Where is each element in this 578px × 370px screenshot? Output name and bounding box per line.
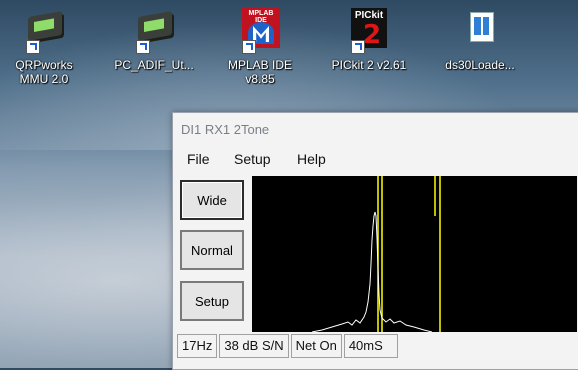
status-frequency: 17Hz (177, 334, 218, 358)
desktop-icon-label: MPLAB IDE v8.85 (227, 58, 293, 86)
shortcut-arrow-icon (242, 40, 256, 54)
desktop-icon-qrpworks[interactable]: QRPworks MMU 2.0 (0, 8, 88, 86)
shortcut-arrow-icon (26, 40, 40, 54)
status-snr: 38 dB S/N (219, 334, 289, 358)
desktop-icon-label: PC_ADIF_Ut... (114, 58, 194, 72)
menu-bar: File Setup Help (173, 149, 578, 171)
desktop-icon-ds30loader[interactable]: ds30Loade... (436, 8, 524, 72)
pickit-icon: PICkit 2 (349, 8, 389, 54)
desktop-icon-mplab[interactable]: MPLAB IDE MPLAB IDE v8.85 (216, 8, 304, 86)
desktop-icon-pickit[interactable]: PICkit 2 PICkit 2 v2.61 (325, 8, 413, 72)
device-icon (24, 8, 64, 54)
normal-button[interactable]: Normal (180, 230, 244, 270)
spectrum-display (252, 176, 577, 333)
window-title: DI1 RX1 2Tone (181, 122, 270, 137)
menu-file[interactable]: File (187, 151, 210, 167)
setup-button[interactable]: Setup (180, 281, 244, 321)
app-window: DI1 RX1 2Tone File Setup Help Wide Norma… (172, 112, 578, 370)
desktop-icon-pc-adif[interactable]: PC_ADIF_Ut... (110, 8, 198, 72)
document-icon (460, 8, 500, 48)
status-timing: 40mS (343, 334, 398, 358)
desktop-icon-label: PICkit 2 v2.61 (331, 58, 407, 72)
device-icon (134, 8, 174, 54)
desktop-icon-label: ds30Loade... (445, 58, 515, 72)
status-net: Net On (290, 334, 342, 358)
spectrum-trace (311, 211, 433, 333)
spectrum-plot (311, 176, 441, 333)
mplab-icon: MPLAB IDE (240, 8, 280, 54)
menu-help[interactable]: Help (297, 151, 326, 167)
shortcut-arrow-icon (351, 40, 365, 54)
status-bar: 17Hz 38 dB S/N Net On 40mS (177, 334, 400, 358)
wide-button[interactable]: Wide (180, 180, 244, 220)
desktop-icon-label: QRPworks MMU 2.0 (15, 58, 73, 86)
shortcut-arrow-icon (136, 40, 150, 54)
menu-setup[interactable]: Setup (234, 151, 271, 167)
